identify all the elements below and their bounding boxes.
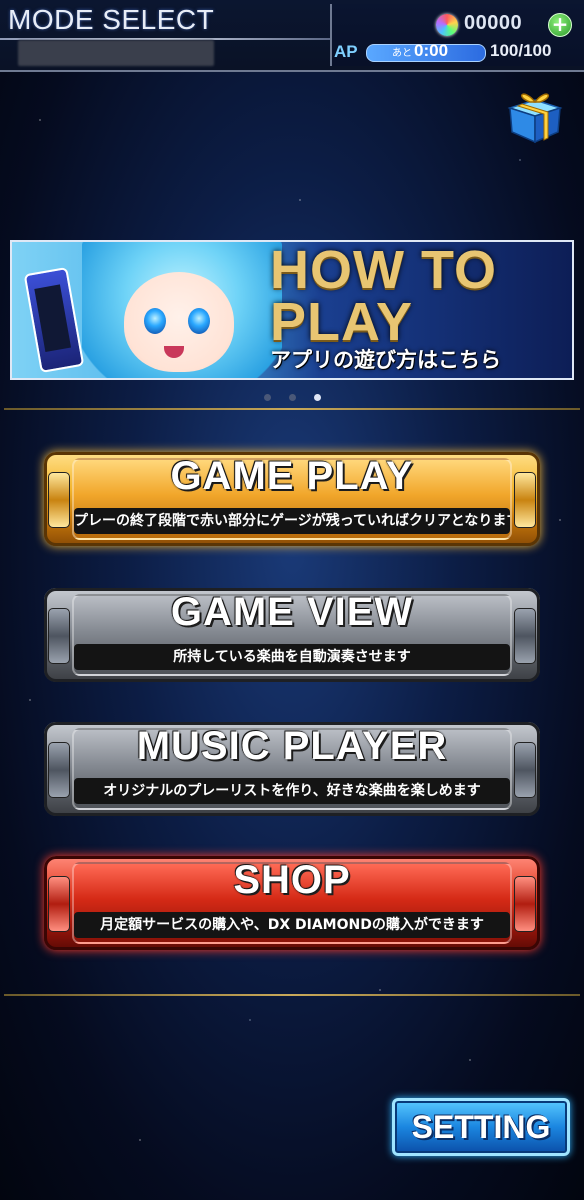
ap-label: AP bbox=[334, 42, 358, 61]
top-header: MODE SELECT 00000 + AP あと 0:00 100/100 bbox=[0, 0, 584, 72]
banner-pagination bbox=[0, 386, 584, 405]
top-divider bbox=[4, 408, 580, 410]
music-player-label: MUSIC PLAYER bbox=[136, 724, 448, 768]
setting-label: SETTING bbox=[411, 1109, 551, 1145]
diamond-count: 00000 bbox=[464, 12, 523, 34]
shop-description: 月定額サービスの購入や、DX DIAMONDの購入ができます bbox=[74, 912, 510, 938]
add-diamond-button[interactable]: + bbox=[548, 13, 572, 37]
ap-value: 100/100 bbox=[490, 41, 552, 60]
setting-button[interactable]: SETTING bbox=[392, 1098, 570, 1156]
shop-label: SHOP bbox=[233, 858, 351, 902]
character-face bbox=[124, 272, 234, 372]
page-title: MODE SELECT bbox=[8, 4, 215, 35]
game-play-button[interactable]: GAME PLAY プレーの終了段階で赤い部分にゲージが残っていればクリアとなり… bbox=[44, 452, 540, 546]
game-view-label: GAME VIEW bbox=[170, 590, 414, 634]
ap-recovery-time: 0:00 bbox=[414, 41, 449, 60]
gift-box-icon[interactable] bbox=[506, 86, 564, 144]
character-eye-right bbox=[188, 308, 210, 334]
banner-title: HOW TO PLAY bbox=[270, 243, 570, 349]
game-play-description: プレーの終了段階で赤い部分にゲージが残っていればクリアとなります bbox=[74, 508, 510, 534]
diamond-icon bbox=[436, 14, 458, 36]
pagination-dot[interactable] bbox=[263, 394, 271, 401]
bottom-divider bbox=[4, 994, 580, 996]
pagination-dot-active[interactable] bbox=[313, 394, 321, 401]
game-play-label: GAME PLAY bbox=[170, 454, 414, 498]
character-eye-left bbox=[144, 308, 166, 334]
shop-button[interactable]: SHOP 月定額サービスの購入や、DX DIAMONDの購入ができます bbox=[44, 856, 540, 950]
how-to-play-banner[interactable]: HOW TO PLAY アプリの遊び方はこちら bbox=[10, 240, 574, 380]
ap-remaining-label: あと bbox=[392, 48, 412, 59]
music-player-description: オリジナルのプレーリストを作り、好きな楽曲を楽しめます bbox=[74, 778, 510, 804]
game-view-button[interactable]: GAME VIEW 所持している楽曲を自動演奏させます bbox=[44, 588, 540, 682]
banner-title-text: HOW TO PLAY bbox=[270, 240, 497, 352]
user-name-redacted bbox=[18, 40, 214, 66]
phone-illustration bbox=[23, 266, 85, 374]
game-view-description: 所持している楽曲を自動演奏させます bbox=[74, 644, 510, 670]
banner-subtitle: アプリの遊び方はこちら bbox=[270, 348, 501, 372]
music-player-button[interactable]: MUSIC PLAYER オリジナルのプレーリストを作り、好きな楽曲を楽しめます bbox=[44, 722, 540, 816]
pagination-dot[interactable] bbox=[288, 394, 296, 401]
